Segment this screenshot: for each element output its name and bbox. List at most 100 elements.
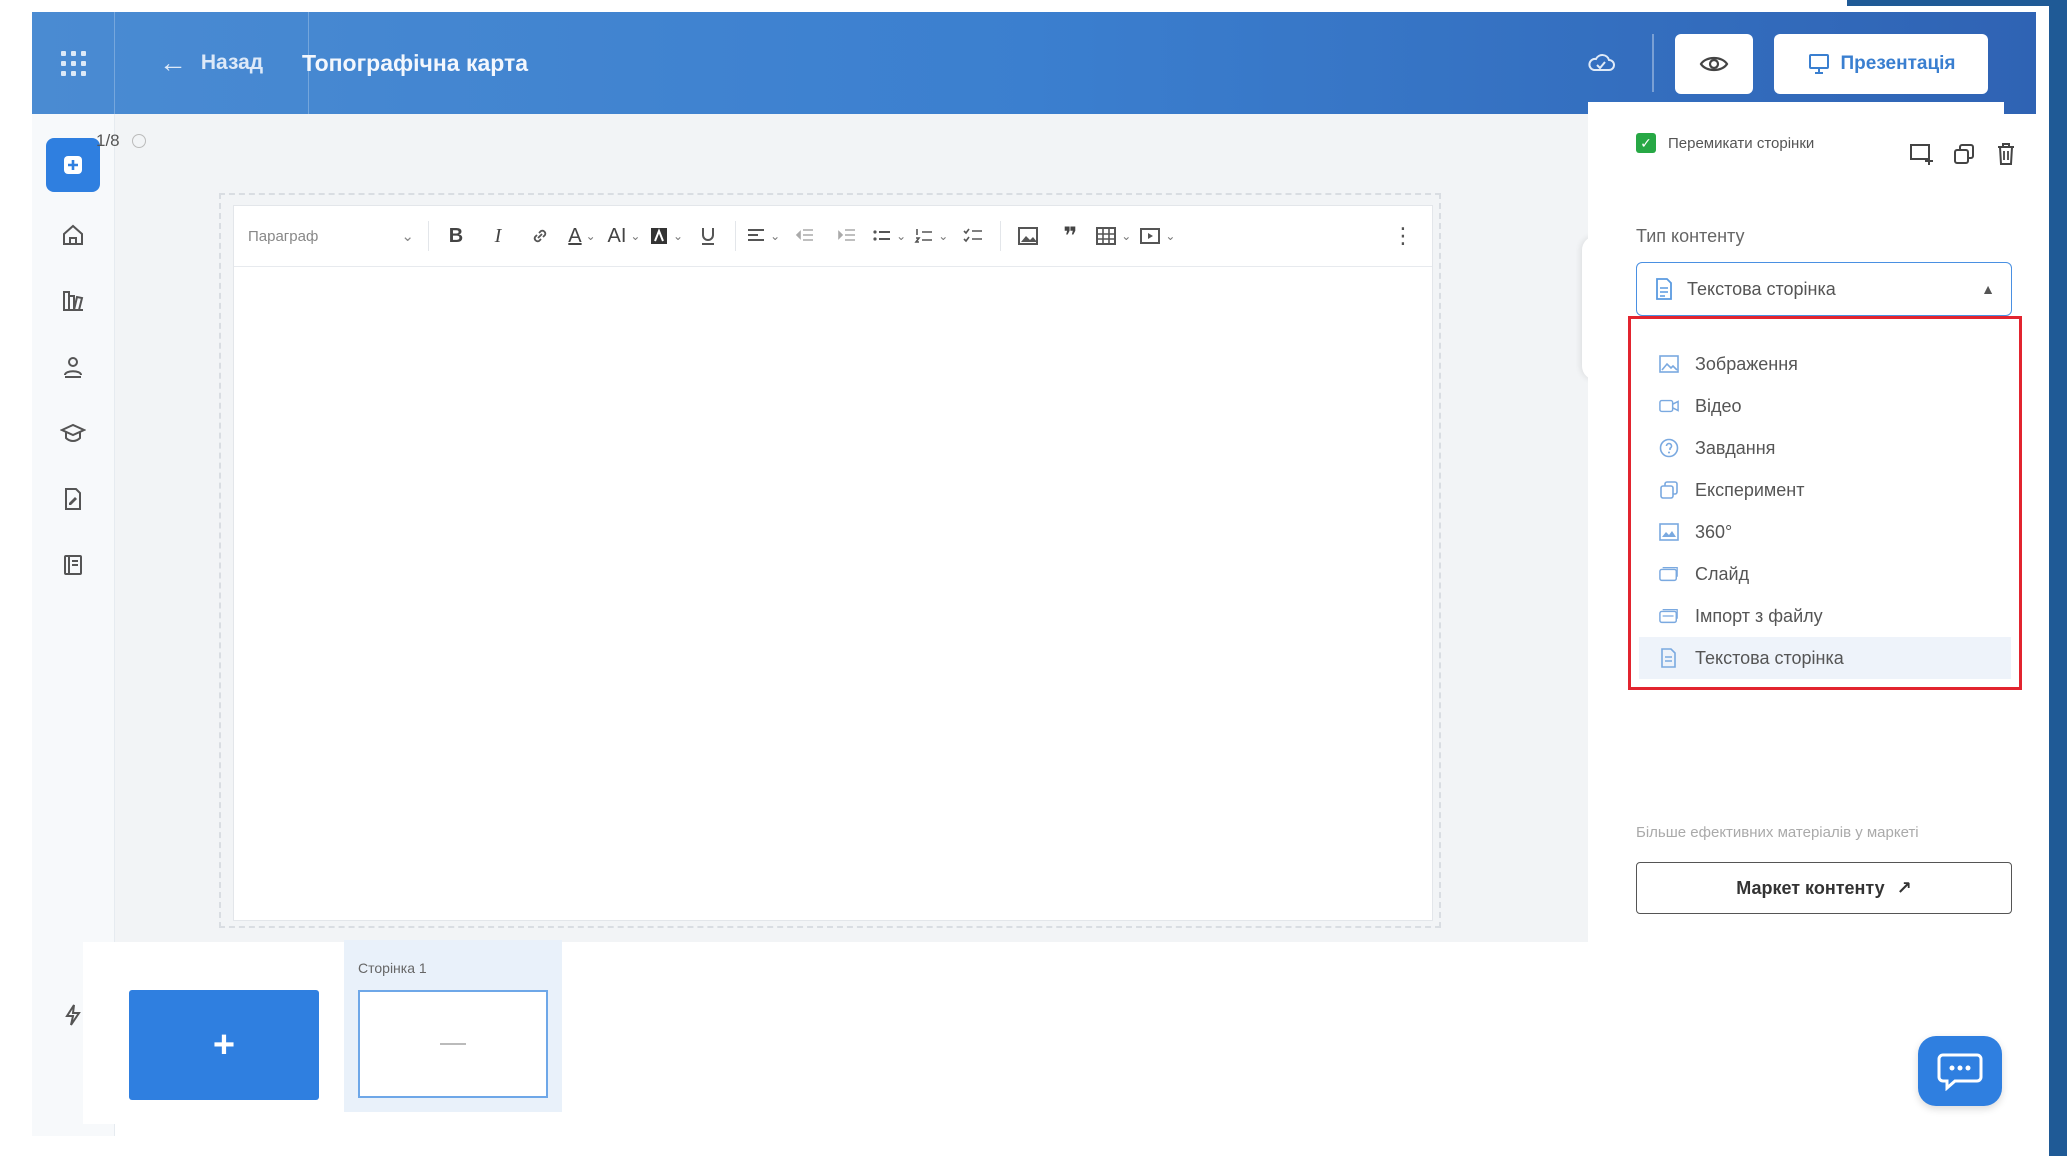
back-button[interactable]: ← Назад bbox=[114, 12, 309, 114]
insert-table-button[interactable]: ⌄ bbox=[1091, 218, 1135, 254]
highlight-button[interactable]: ⌄ bbox=[645, 218, 687, 254]
indent-button[interactable] bbox=[826, 218, 868, 254]
add-page-button[interactable] bbox=[1908, 140, 1936, 168]
sidebar-item-home[interactable] bbox=[46, 208, 100, 262]
indent-icon bbox=[838, 229, 856, 241]
content-type-label: Тип контенту bbox=[1636, 226, 1745, 246]
option-label: Експеримент bbox=[1695, 479, 1805, 500]
link-button[interactable] bbox=[519, 218, 561, 254]
page-counter: 1/8 bbox=[96, 131, 120, 150]
content-market-button[interactable]: Маркет контенту ↗ bbox=[1636, 862, 2012, 914]
paragraph-style-label: Параграф bbox=[248, 227, 319, 245]
checklist-icon bbox=[963, 228, 983, 243]
panorama-icon bbox=[1659, 522, 1679, 542]
back-button-label: Назад bbox=[200, 51, 264, 74]
option-label: Завдання bbox=[1695, 437, 1776, 458]
experiment-icon bbox=[1659, 480, 1679, 500]
external-link-icon: ↗ bbox=[1896, 877, 1912, 898]
sidebar-item-tasks[interactable] bbox=[46, 472, 100, 526]
chevron-down-icon: ⌄ bbox=[938, 229, 949, 243]
option-task[interactable]: Завдання bbox=[1639, 427, 2011, 469]
page-title: Топографічна карта bbox=[302, 50, 529, 76]
market-button-label: Маркет контенту bbox=[1736, 877, 1885, 898]
option-label: Слайд bbox=[1695, 563, 1750, 584]
switch-pages-toggle[interactable]: ✓ Перемикати сторінки bbox=[1636, 133, 1814, 153]
market-hint-text: Більше ефективних матеріалів у маркеті bbox=[1636, 824, 1919, 841]
sidebar-item-library[interactable] bbox=[46, 274, 100, 328]
chevron-down-icon: ⌄ bbox=[585, 229, 596, 243]
chevron-down-icon: ⌄ bbox=[673, 229, 684, 243]
checkbox-checked-icon: ✓ bbox=[1636, 133, 1656, 153]
bullet-list-button[interactable]: ⌄ bbox=[868, 218, 910, 254]
apps-menu-button[interactable] bbox=[32, 12, 115, 114]
paragraph-style-select[interactable]: Параграф ⌄ bbox=[248, 218, 422, 254]
quote-icon: ❞ bbox=[1063, 222, 1078, 250]
chevron-down-icon: ⌄ bbox=[1165, 229, 1176, 243]
delete-page-button[interactable] bbox=[1992, 140, 2020, 168]
checklist-button[interactable] bbox=[952, 218, 994, 254]
apps-grid-icon bbox=[60, 50, 86, 76]
add-square-icon bbox=[64, 156, 82, 174]
presentation-icon bbox=[1808, 54, 1829, 74]
thumbnail-placeholder bbox=[440, 1043, 466, 1045]
underline-button[interactable] bbox=[687, 218, 729, 254]
switch-pages-label: Перемикати сторінки bbox=[1668, 134, 1815, 152]
sidebar-item-courses[interactable] bbox=[46, 406, 100, 460]
option-label: Зображення bbox=[1695, 353, 1798, 374]
decorative-right-bar bbox=[2049, 0, 2067, 1156]
sidebar-item-journal[interactable] bbox=[46, 538, 100, 592]
page-actions bbox=[1908, 140, 2020, 168]
insert-media-button[interactable]: ⌄ bbox=[1135, 218, 1179, 254]
table-icon bbox=[1096, 227, 1117, 245]
image-icon bbox=[1018, 227, 1039, 245]
option-label: Імпорт з файлу bbox=[1695, 605, 1823, 626]
chat-bubble-icon bbox=[1937, 1053, 1983, 1091]
users-icon bbox=[64, 357, 82, 378]
image-icon bbox=[1659, 354, 1679, 374]
option-label: Відео bbox=[1695, 395, 1742, 416]
option-text-page[interactable]: Текстова сторінка bbox=[1639, 637, 2011, 679]
content-type-select[interactable]: Текстова сторінка ▲ bbox=[1636, 262, 2012, 316]
toolbar-divider bbox=[735, 221, 737, 251]
blockquote-button[interactable]: ❞ bbox=[1049, 218, 1091, 254]
numbered-list-icon bbox=[914, 229, 933, 243]
more-options-icon[interactable]: ⋮ bbox=[1392, 223, 1414, 249]
numbered-list-button[interactable]: ⌄ bbox=[910, 218, 952, 254]
preview-button[interactable] bbox=[1675, 34, 1753, 94]
sidebar-item-users[interactable] bbox=[46, 340, 100, 394]
duplicate-page-button[interactable] bbox=[1950, 140, 1978, 168]
align-left-icon bbox=[748, 229, 765, 241]
option-360[interactable]: 360° bbox=[1639, 511, 2011, 553]
toolbar-divider bbox=[428, 221, 429, 251]
header-divider bbox=[1652, 34, 1654, 92]
option-label: Текстова сторінка bbox=[1695, 647, 1844, 668]
chevron-up-icon: ▲ bbox=[1981, 281, 1995, 297]
option-image[interactable]: Зображення bbox=[1639, 343, 2011, 385]
underline-icon bbox=[702, 228, 715, 245]
sidebar-item-create[interactable] bbox=[46, 138, 100, 192]
trash-icon bbox=[1998, 143, 2014, 165]
option-slide[interactable]: Слайд bbox=[1639, 553, 2011, 595]
add-page-tile[interactable]: + bbox=[129, 990, 319, 1100]
page-thumbnail[interactable] bbox=[358, 990, 548, 1098]
font-color-button[interactable]: A ⌄ bbox=[561, 218, 603, 254]
align-button[interactable]: ⌄ bbox=[742, 218, 784, 254]
option-video[interactable]: Відео bbox=[1639, 385, 2011, 427]
info-icon[interactable] bbox=[132, 134, 146, 148]
outdent-icon bbox=[795, 229, 814, 241]
journal-icon bbox=[64, 555, 82, 575]
option-experiment[interactable]: Експеримент bbox=[1639, 469, 2011, 511]
insert-image-button[interactable] bbox=[1007, 218, 1049, 254]
bold-button[interactable]: B bbox=[435, 218, 477, 254]
cloud-sync-icon[interactable] bbox=[1586, 48, 1616, 78]
italic-button[interactable]: I bbox=[477, 218, 519, 254]
text-editor[interactable]: Параграф ⌄ B I A ⌄ AI ⌄ ⌄ ⌄ ⌄ ⌄ ❞ ⌄ ⌄ ⋮ bbox=[233, 205, 1433, 921]
chevron-down-icon: ⌄ bbox=[770, 229, 781, 243]
chat-support-button[interactable] bbox=[1918, 1036, 2002, 1106]
option-import[interactable]: Імпорт з файлу bbox=[1639, 595, 2011, 637]
presentation-button[interactable]: Презентація bbox=[1774, 34, 1988, 94]
ai-assistant-button[interactable]: AI ⌄ bbox=[603, 218, 645, 254]
outdent-button[interactable] bbox=[784, 218, 826, 254]
content-type-selected: Текстова сторінка bbox=[1687, 278, 1836, 299]
link-icon bbox=[533, 229, 547, 243]
